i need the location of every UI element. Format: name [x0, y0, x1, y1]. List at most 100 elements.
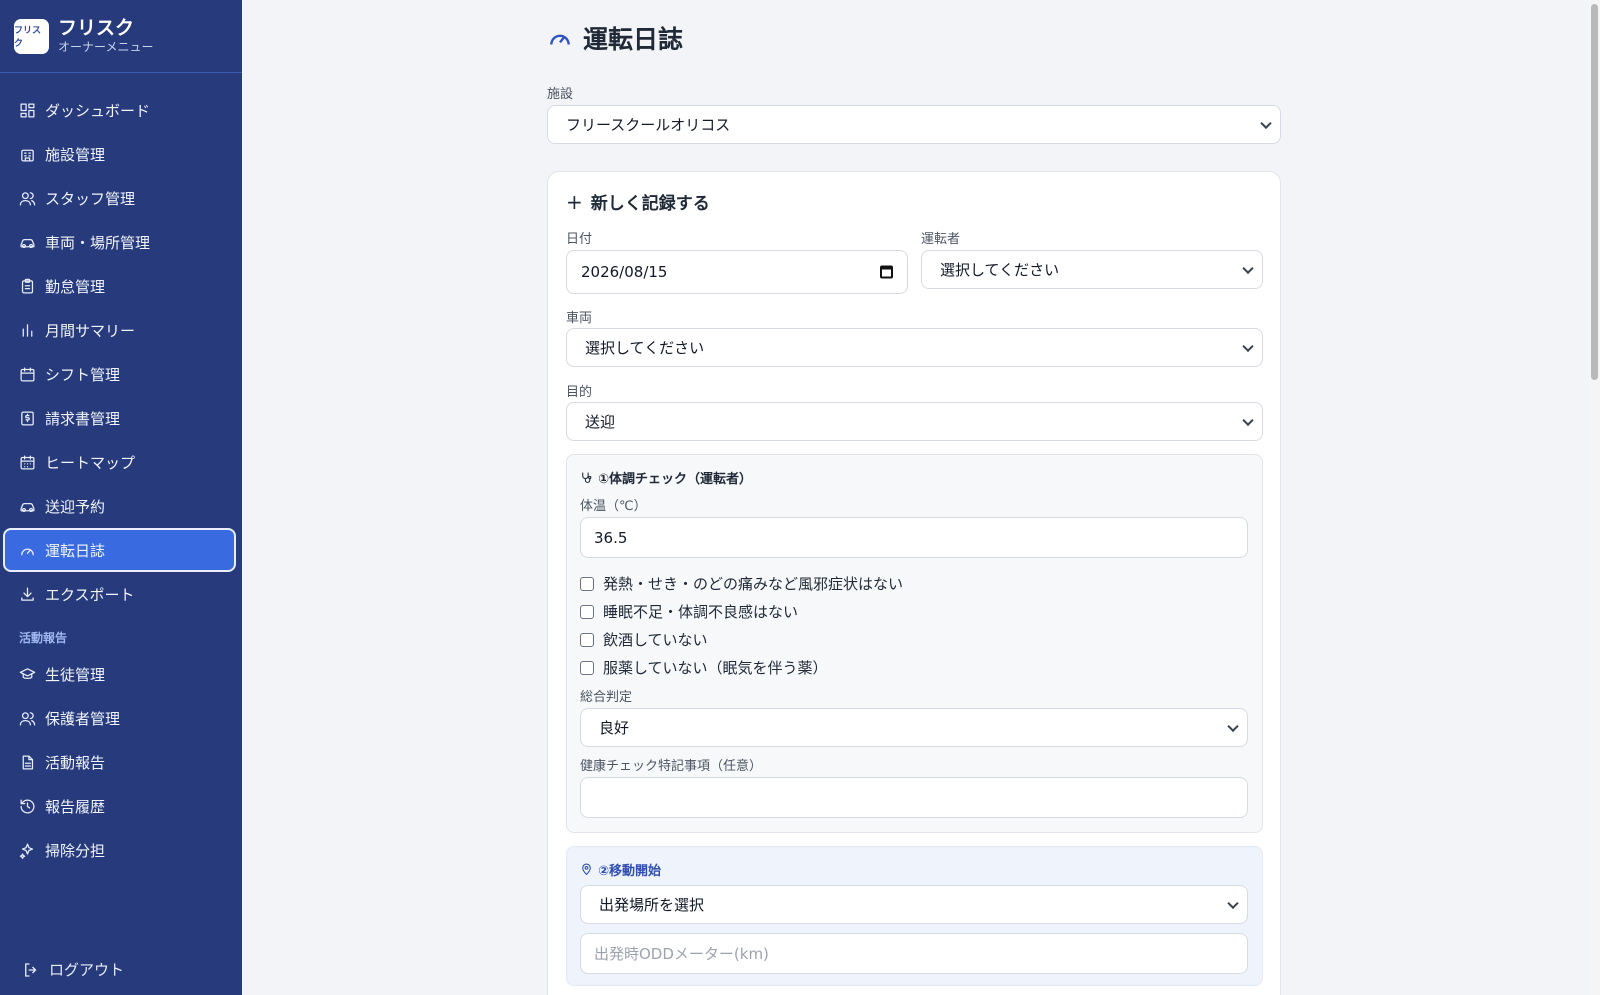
- chevron-down-icon: [1227, 897, 1239, 909]
- sparkles-icon: [18, 841, 36, 859]
- car-icon: [18, 233, 36, 251]
- chevron-down-icon: [1242, 262, 1254, 274]
- sidebar-item-label: 請求書管理: [45, 409, 121, 428]
- sidebar-item-pickup-reservations[interactable]: 送迎予約: [3, 484, 236, 528]
- building-icon: [18, 145, 36, 163]
- calendar-picker-icon[interactable]: [880, 265, 893, 279]
- app-logo: フリスク: [14, 18, 49, 54]
- sidebar-item-label: シフト管理: [45, 365, 121, 384]
- download-icon: [18, 585, 36, 603]
- document-icon: [18, 753, 36, 771]
- vehicle-label: 車両: [566, 311, 593, 326]
- bar-chart-icon: [18, 321, 36, 339]
- sidebar-item-label: 月間サマリー: [45, 321, 136, 340]
- check-label: 飲酒していない: [603, 631, 708, 649]
- sidebar-item-invoices[interactable]: 請求書管理: [3, 396, 236, 440]
- temperature-label: 体温（℃）: [580, 499, 647, 514]
- sidebar-item-driving-log[interactable]: 運転日誌: [3, 528, 236, 572]
- sidebar-item-attendance[interactable]: 勤怠管理: [3, 264, 236, 308]
- driver-select[interactable]: 選択してください: [921, 250, 1263, 289]
- temperature-input[interactable]: 36.5: [580, 517, 1248, 558]
- sidebar-item-label: 勤怠管理: [45, 277, 106, 296]
- users-icon: [18, 709, 36, 727]
- sidebar-item-guardians[interactable]: 保護者管理: [3, 696, 236, 740]
- departure-place-select[interactable]: 出発場所を選択: [580, 885, 1248, 924]
- overall-judgement-select[interactable]: 良好: [580, 708, 1248, 747]
- sidebar-item-label: 保護者管理: [45, 709, 121, 728]
- gauge-icon: [18, 541, 36, 559]
- check-no-alcohol[interactable]: 飲酒していない: [580, 629, 708, 650]
- plus-icon: +: [566, 189, 583, 214]
- sidebar-item-label: 報告履歴: [45, 797, 106, 816]
- facility-label: 施設: [547, 87, 574, 102]
- vehicle-select[interactable]: 選択してください: [566, 328, 1263, 367]
- page-scrollbar[interactable]: [1588, 0, 1600, 995]
- map-pin-icon: [582, 863, 591, 876]
- check-no-sleep-deprivation[interactable]: 睡眠不足・体調不良感はない: [580, 601, 798, 622]
- chevron-down-icon: [1242, 340, 1254, 352]
- scrollbar-thumb[interactable]: [1591, 4, 1598, 380]
- brand-title: フリスク: [58, 17, 135, 39]
- logout-icon: [25, 962, 37, 977]
- logout-label: ログアウト: [49, 961, 125, 979]
- departure-odometer-input[interactable]: 出発時ODDメーター(km): [580, 933, 1248, 974]
- purpose-label: 目的: [566, 385, 593, 400]
- sidebar-item-staff[interactable]: スタッフ管理: [3, 176, 236, 220]
- sidebar-item-label: 送迎予約: [45, 497, 106, 516]
- sidebar-item-shifts[interactable]: シフト管理: [3, 352, 236, 396]
- overall-judgement-label: 総合判定: [580, 690, 633, 705]
- gauge-icon: [550, 34, 570, 45]
- brand: フリスク フリスク オーナーメニュー: [0, 0, 242, 73]
- checkbox[interactable]: [580, 576, 594, 591]
- sidebar: フリスク フリスク オーナーメニュー ダッシュボード 施設管理 スタッフ管理 車…: [0, 0, 242, 995]
- health-notes-input[interactable]: [580, 777, 1248, 818]
- page-title: 運転日誌: [547, 20, 683, 56]
- calendar-grid-icon: [18, 453, 36, 471]
- sidebar-item-label: 車両・場所管理: [45, 233, 151, 252]
- checkbox[interactable]: [580, 604, 594, 619]
- sidebar-item-activity-report[interactable]: 活動報告: [3, 740, 236, 784]
- sidebar-item-report-history[interactable]: 報告履歴: [3, 784, 236, 828]
- purpose-select[interactable]: 送迎: [566, 402, 1263, 441]
- sidebar-item-label: エクスポート: [45, 585, 135, 604]
- sidebar-item-heatmap[interactable]: ヒートマップ: [3, 440, 236, 484]
- invoice-icon: [18, 409, 36, 427]
- sidebar-item-monthly-summary[interactable]: 月間サマリー: [3, 308, 236, 352]
- clipboard-icon: [18, 277, 36, 295]
- stethoscope-icon: [582, 472, 592, 483]
- sidebar-item-label: 掃除分担: [45, 841, 106, 860]
- sidebar-item-cleaning-duty[interactable]: 掃除分担: [3, 828, 236, 872]
- sidebar-item-label: ヒートマップ: [45, 453, 136, 472]
- users-icon: [18, 189, 36, 207]
- calendar-icon: [18, 365, 36, 383]
- sidebar-item-label: ダッシュボード: [45, 101, 151, 120]
- facility-select[interactable]: フリースクールオリコス: [547, 105, 1281, 144]
- new-record-title: + 新しく記録する: [566, 189, 710, 215]
- graduation-cap-icon: [18, 665, 36, 683]
- checkbox[interactable]: [580, 660, 594, 675]
- check-label: 睡眠不足・体調不良感はない: [603, 603, 799, 621]
- brand-subtitle: オーナーメニュー: [58, 40, 154, 54]
- checkbox[interactable]: [580, 632, 594, 647]
- sidebar-section-activity-reports: 活動報告: [19, 631, 68, 645]
- sidebar-item-label: 活動報告: [45, 753, 106, 772]
- chevron-down-icon: [1260, 117, 1272, 129]
- sidebar-item-label: 生徒管理: [45, 665, 106, 684]
- health-check-title: ①体調チェック（運転者）: [580, 468, 752, 487]
- check-label: 発熱・せき・のどの痛みなど風邪症状はない: [603, 575, 904, 593]
- sidebar-item-label: スタッフ管理: [45, 189, 136, 208]
- check-label: 服薬していない（眠気を伴う薬）: [603, 659, 828, 677]
- check-no-drowsy-medication[interactable]: 服薬していない（眠気を伴う薬）: [580, 657, 828, 678]
- date-input[interactable]: 2026/08/15: [566, 250, 908, 294]
- sidebar-item-export[interactable]: エクスポート: [3, 572, 236, 616]
- chevron-down-icon: [1242, 414, 1254, 426]
- sidebar-item-dashboard[interactable]: ダッシュボード: [3, 88, 236, 132]
- sidebar-item-students[interactable]: 生徒管理: [3, 652, 236, 696]
- date-label: 日付: [566, 232, 593, 247]
- sidebar-item-facilities[interactable]: 施設管理: [3, 132, 236, 176]
- sidebar-item-label: 運転日誌: [45, 541, 106, 560]
- sidebar-item-vehicles[interactable]: 車両・場所管理: [3, 220, 236, 264]
- logout-button[interactable]: ログアウト: [22, 959, 124, 980]
- check-no-cold-symptoms[interactable]: 発熱・せき・のどの痛みなど風邪症状はない: [580, 573, 903, 594]
- dashboard-icon: [18, 101, 36, 119]
